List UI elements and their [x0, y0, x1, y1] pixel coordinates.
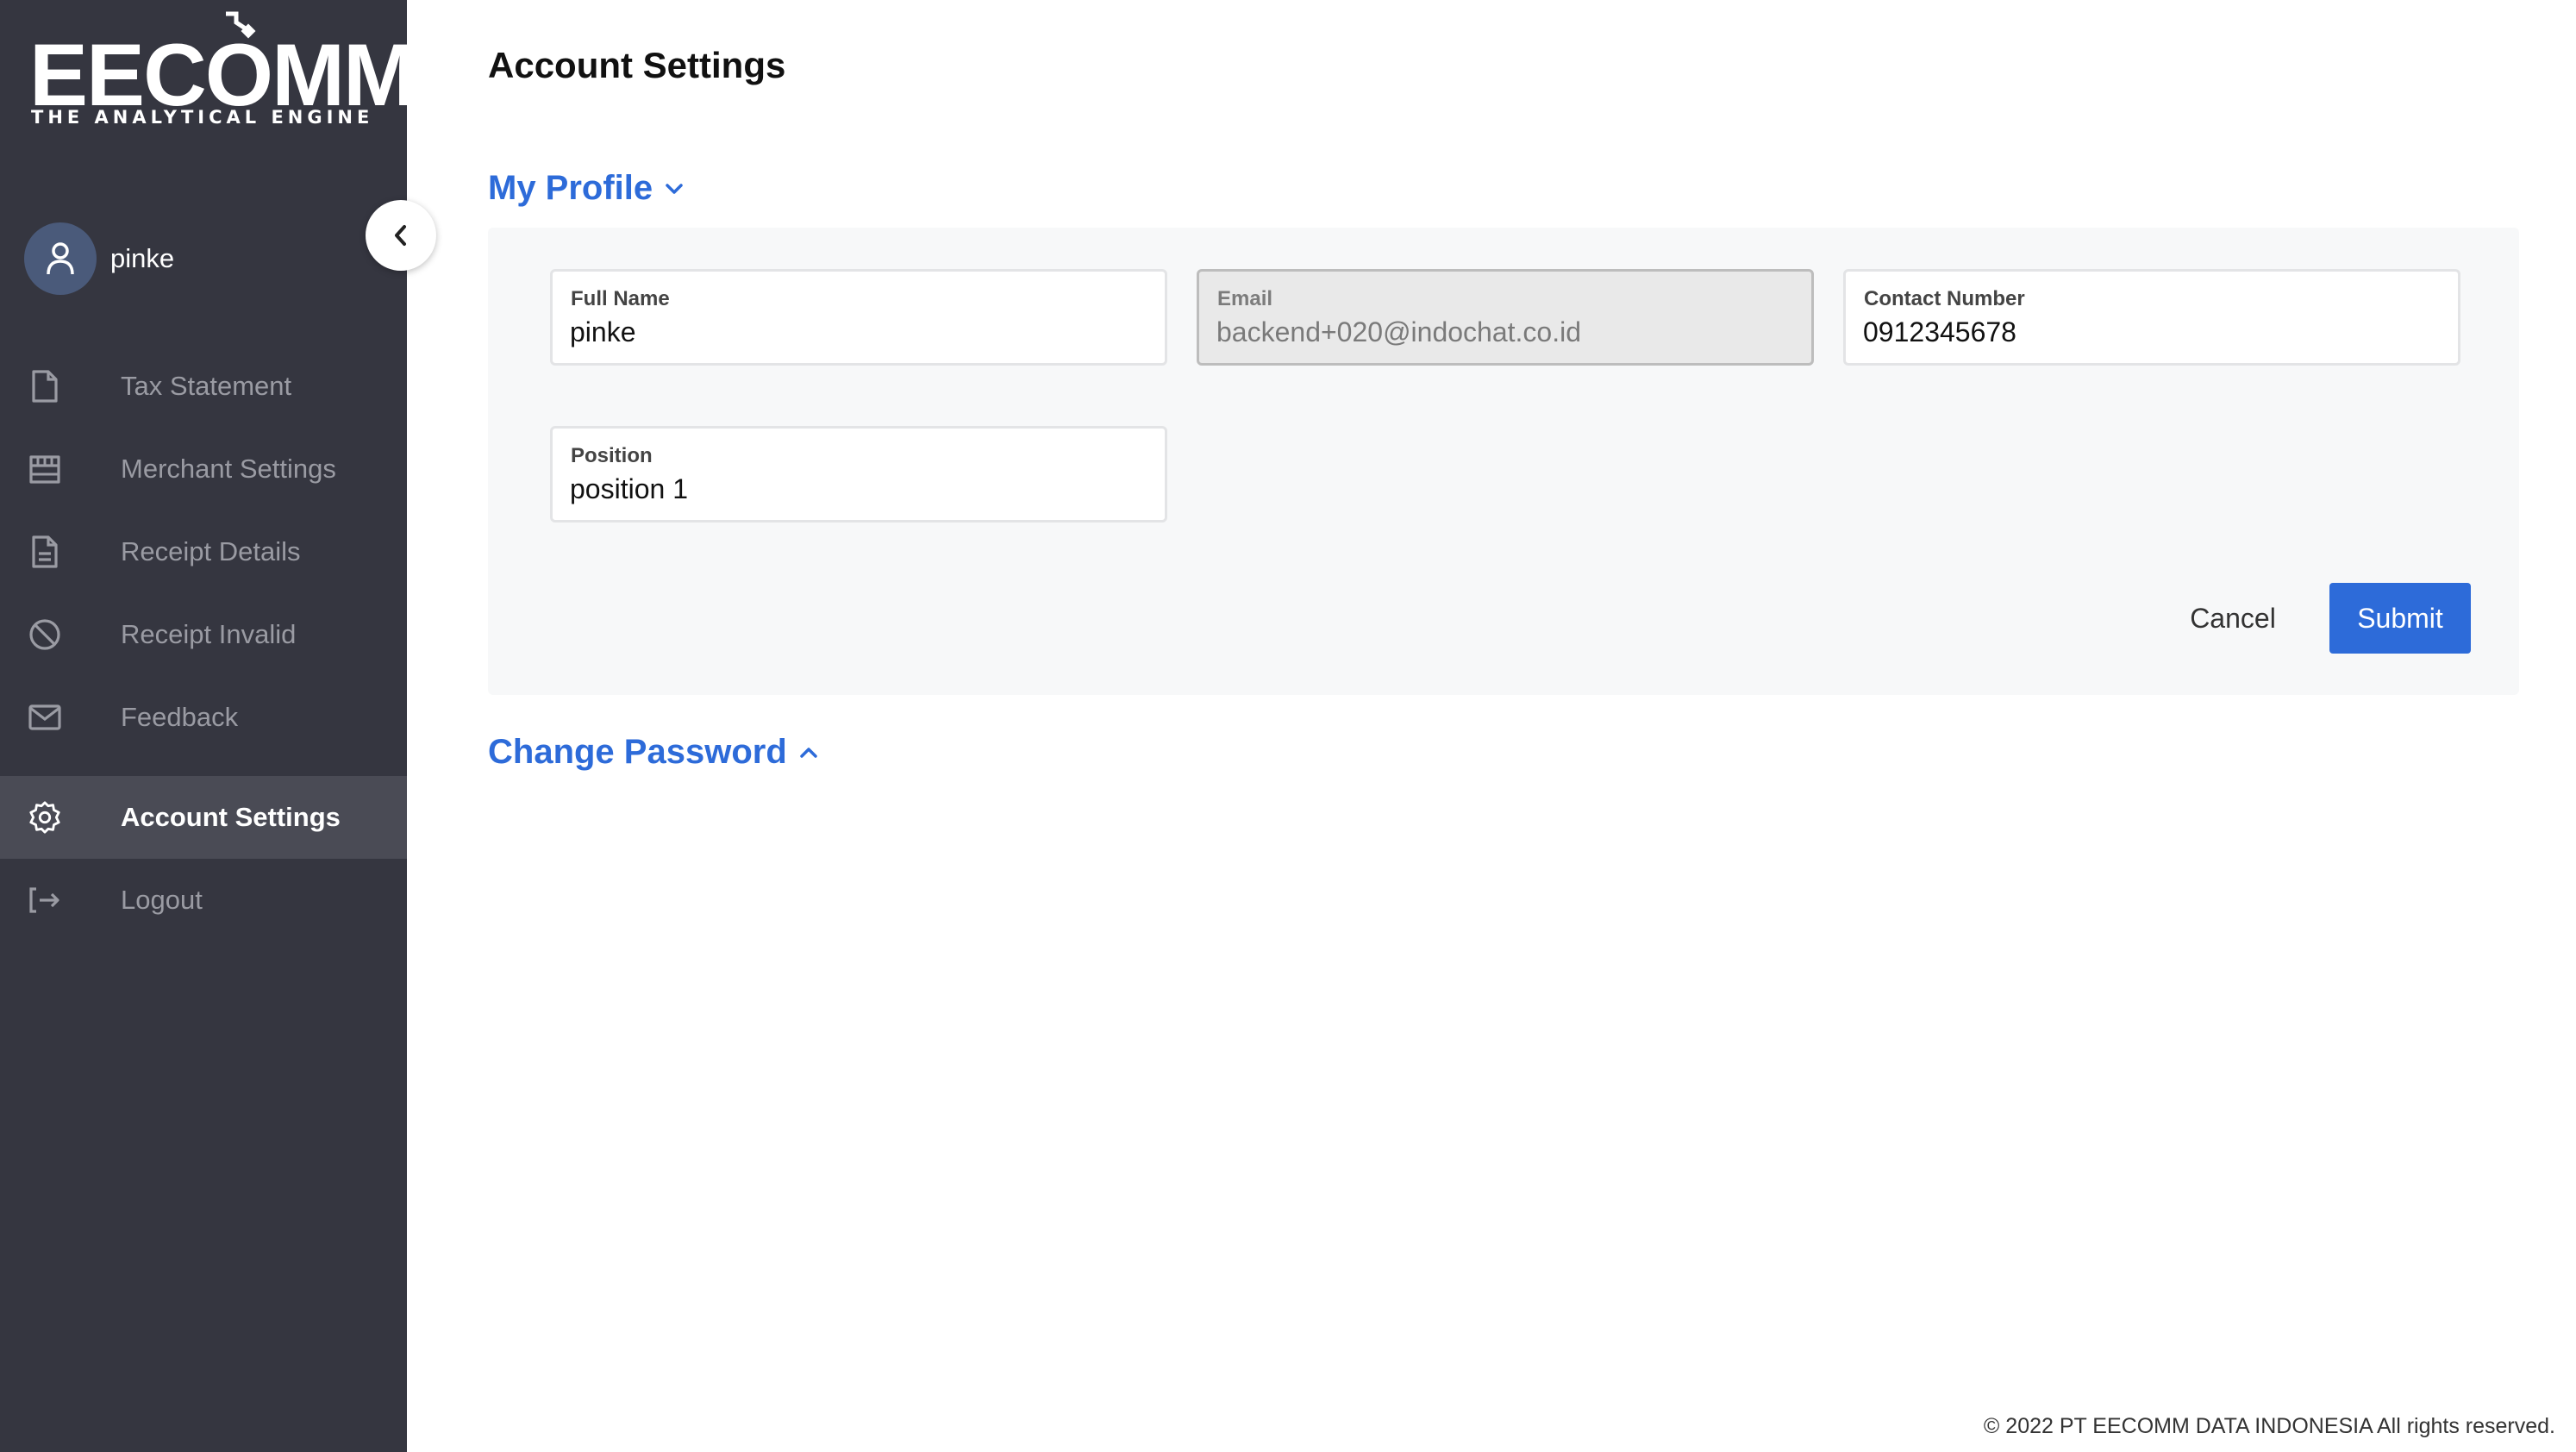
- chevron-left-icon: [395, 225, 406, 246]
- chevron-up-icon: [800, 747, 817, 758]
- position-input[interactable]: [570, 473, 1147, 505]
- document-icon: [28, 535, 62, 569]
- sidebar-item-label: Receipt Invalid: [121, 619, 297, 649]
- logo-tagline: THE ANALYTICAL ENGINE: [31, 107, 374, 128]
- sidebar-item-label: Feedback: [121, 702, 239, 732]
- full-name-input[interactable]: [570, 316, 1147, 348]
- user-icon: [47, 242, 74, 275]
- mail-icon: [28, 700, 62, 735]
- sidebar-collapse-button[interactable]: [366, 200, 436, 271]
- email-label: Email: [1217, 287, 1273, 310]
- sidebar-item-account-settings[interactable]: Account Settings: [0, 776, 407, 859]
- change-password-toggle[interactable]: Change Password: [488, 733, 818, 772]
- position-label: Position: [571, 444, 653, 467]
- contact-number-field[interactable]: Contact Number: [1843, 269, 2460, 366]
- sidebar: EECOMM THE ANALYTICAL ENGINE pinke Tax S…: [0, 0, 416, 1452]
- sidebar-item-logout[interactable]: Logout: [0, 859, 407, 942]
- page-title: Account Settings: [488, 45, 786, 85]
- sidebar-item-tax-statement[interactable]: Tax Statement: [0, 345, 407, 428]
- sidebar-item-label: Logout: [121, 885, 203, 915]
- position-field[interactable]: Position: [550, 426, 1167, 523]
- chevron-down-icon: [666, 183, 683, 194]
- logo-text: EECOMM: [29, 26, 416, 124]
- my-profile-heading: My Profile: [488, 169, 653, 207]
- logout-icon: [28, 883, 62, 917]
- sidebar-item-receipt-details[interactable]: Receipt Details: [0, 510, 407, 593]
- email-input: [1216, 316, 1794, 348]
- user-profile[interactable]: pinke: [24, 222, 174, 295]
- email-field: Email: [1197, 269, 1814, 366]
- footer-copyright: © 2022 PT EECOMM DATA INDONESIA All righ…: [1983, 1414, 2555, 1438]
- sidebar-item-label: Receipt Details: [121, 536, 301, 566]
- change-password-heading: Change Password: [488, 733, 787, 771]
- gear-icon: [28, 800, 62, 835]
- full-name-label: Full Name: [571, 287, 670, 310]
- sidebar-item-feedback[interactable]: Feedback: [0, 676, 407, 759]
- sidebar-item-receipt-invalid[interactable]: Receipt Invalid: [0, 593, 407, 676]
- sidebar-item-label: Tax Statement: [121, 371, 292, 401]
- contact-number-label: Contact Number: [1864, 287, 2025, 310]
- brand-logo[interactable]: EECOMM THE ANALYTICAL ENGINE: [29, 10, 416, 131]
- store-icon: [28, 452, 62, 486]
- sidebar-item-label: Merchant Settings: [121, 454, 336, 484]
- sidebar-item-label: Account Settings: [121, 802, 341, 832]
- full-name-field[interactable]: Full Name: [550, 269, 1167, 366]
- contact-number-input[interactable]: [1863, 316, 2441, 348]
- avatar: [24, 222, 97, 295]
- ban-icon: [28, 617, 62, 652]
- file-icon: [28, 369, 62, 404]
- user-name: pinke: [110, 243, 175, 273]
- submit-button[interactable]: Submit: [2329, 583, 2471, 654]
- my-profile-toggle[interactable]: My Profile: [488, 169, 684, 208]
- cancel-button[interactable]: Cancel: [2155, 583, 2310, 654]
- sidebar-item-merchant-settings[interactable]: Merchant Settings: [0, 428, 407, 510]
